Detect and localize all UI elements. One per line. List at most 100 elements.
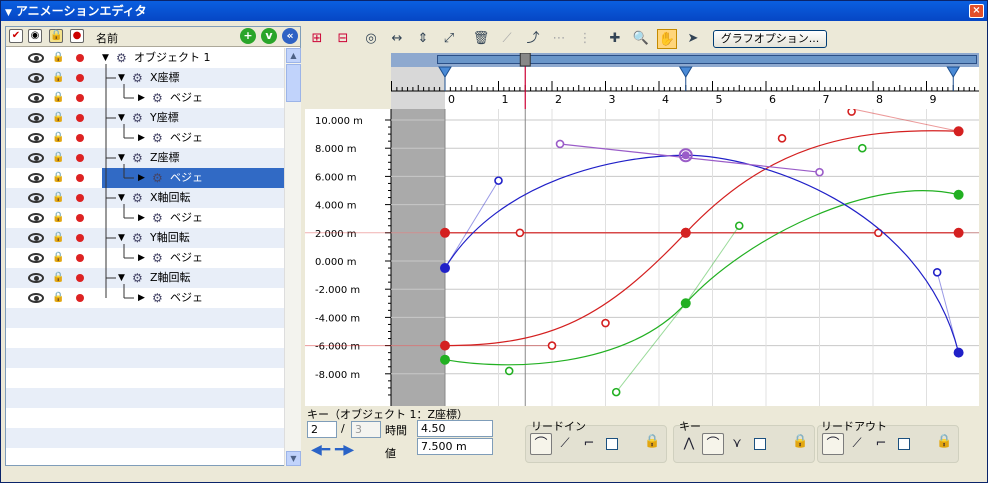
scroll-up-icon[interactable]: ▲ [286, 48, 301, 63]
expand-icon[interactable]: ▶ [138, 290, 145, 306]
handle-point[interactable] [611, 387, 621, 397]
handle-point[interactable] [857, 143, 867, 153]
key-point[interactable] [953, 126, 964, 137]
key-smooth-icon[interactable]: ⌒ [702, 433, 724, 455]
select-arrow-icon[interactable]: ➤ [683, 29, 703, 49]
handle-point[interactable] [547, 341, 557, 350]
curve-graph-svg[interactable]: 10.000 m 8.000 m 6.000 m 4.000 m 2.000 m 0.00… [305, 109, 979, 406]
record-dot-icon[interactable] [76, 54, 84, 62]
lock-icon[interactable]: 🔒 [52, 172, 64, 184]
eye-icon[interactable] [28, 93, 44, 103]
handle-point[interactable] [504, 366, 514, 376]
timeline-ruler[interactable]: 0 1 2 3 4 5 6 7 8 9 [391, 53, 979, 109]
handle-point[interactable] [601, 318, 610, 328]
key-point[interactable] [440, 263, 450, 274]
lead-out-lock-icon[interactable]: 🔒 [936, 434, 952, 449]
add-point-icon[interactable]: ✚ [605, 29, 625, 49]
graph-options-button[interactable]: グラフオプション... [713, 30, 827, 48]
lead-in-step-icon[interactable]: ⌐ [578, 433, 600, 455]
eye-icon[interactable] [28, 73, 44, 83]
eye-icon[interactable] [28, 273, 44, 283]
handle-line[interactable] [936, 272, 960, 353]
eye-icon[interactable] [28, 233, 44, 243]
record-dot-icon[interactable] [76, 234, 84, 242]
view-all-icon[interactable]: ◎ [361, 29, 381, 49]
lock-icon[interactable]: 🔒 [52, 132, 64, 144]
layer-row[interactable]: 🔒 ▶ ⚙ ベジェ [6, 128, 284, 148]
layer-row[interactable]: 🔒 ▶ ⚙ ベジェ [6, 88, 284, 108]
lock-icon[interactable]: 🔒 [52, 272, 64, 284]
collapse-icon[interactable]: ▼ [118, 110, 125, 126]
eye-icon[interactable] [28, 293, 44, 303]
key-point[interactable] [680, 227, 691, 238]
key-break-icon[interactable]: ⋀ [678, 433, 700, 455]
lead-out-step-icon[interactable]: ⌐ [870, 433, 892, 455]
scroll-thumb[interactable] [286, 64, 301, 102]
eye-icon[interactable] [28, 193, 44, 203]
expand-icon[interactable]: ▶ [138, 250, 145, 266]
collapse-icon[interactable]: ▼ [118, 70, 125, 86]
record-dot-icon[interactable] [76, 74, 84, 82]
lead-out-smooth-icon[interactable]: ⌒ [822, 433, 844, 455]
hand-tool-icon[interactable]: ✋ [657, 29, 677, 49]
scroll-down-icon[interactable]: ▼ [286, 451, 301, 466]
fit-vertical-icon[interactable]: ⇕ [413, 29, 433, 49]
key-point[interactable] [953, 347, 964, 358]
record-dot-icon[interactable] [76, 134, 84, 142]
record-dot-icon[interactable] [76, 94, 84, 102]
eye-icon[interactable] [28, 133, 44, 143]
handle-point[interactable] [734, 221, 744, 231]
layer-row[interactable]: 🔒 ▼ ⚙ Z座標 [6, 148, 284, 168]
eye-header-icon[interactable]: ◉ [28, 29, 42, 43]
lock-icon[interactable]: 🔒 [52, 152, 64, 164]
record-dot-icon[interactable] [76, 114, 84, 122]
next-key-icon[interactable]: ━▶ [335, 442, 354, 458]
handle-point[interactable] [815, 167, 824, 177]
record-header-icon[interactable]: ● [70, 29, 84, 43]
layer-row[interactable]: 🔒 ▼ ⚙ Z軸回転 [6, 268, 284, 288]
key-point[interactable] [440, 227, 450, 238]
record-dot-icon[interactable] [76, 154, 84, 162]
record-dot-icon[interactable] [76, 274, 84, 282]
lead-in-linear-icon[interactable]: ⟋ [554, 433, 576, 455]
value-field[interactable]: 7.500 m [417, 438, 493, 455]
eye-icon[interactable] [28, 153, 44, 163]
key-point[interactable] [440, 354, 450, 365]
layer-row[interactable]: 🔒 ▶ ⚙ ベジェ [6, 288, 284, 308]
record-dot-icon[interactable] [76, 254, 84, 262]
eye-icon[interactable] [28, 213, 44, 223]
layer-row[interactable]: 🔒 ▶ ⚙ ベジェ [6, 168, 284, 188]
lock-icon[interactable]: 🔒 [52, 292, 64, 304]
lock-header-icon[interactable]: 🔒 [49, 29, 63, 43]
handle-point[interactable] [847, 109, 856, 116]
lock-icon[interactable]: 🔒 [52, 72, 64, 84]
title-bar[interactable]: ▼ アニメーションエディタ × [1, 1, 987, 21]
lock-icon[interactable]: 🔒 [52, 252, 64, 264]
key-point[interactable] [953, 189, 964, 200]
record-dot-icon[interactable] [76, 194, 84, 202]
collapse-icon[interactable]: ▼ [118, 150, 125, 166]
handle-point[interactable] [555, 139, 565, 149]
fit-horizontal-icon[interactable]: ↔ [387, 29, 407, 49]
handle-point[interactable] [932, 267, 942, 277]
close-button[interactable]: × [969, 4, 984, 18]
collapse-icon[interactable]: ▼ [102, 50, 109, 66]
expand-icon[interactable]: ▶ [138, 90, 145, 106]
layer-row[interactable]: 🔒 ▼ ⚙ X座標 [6, 68, 284, 88]
record-dot-icon[interactable] [76, 214, 84, 222]
eye-icon[interactable] [28, 173, 44, 183]
layer-row[interactable]: 🔒 ▼ ⚙ X軸回転 [6, 188, 284, 208]
handle-point[interactable] [777, 134, 787, 143]
collapse-icon[interactable]: ▼ [118, 190, 125, 206]
expand-icon[interactable]: ▶ [138, 210, 145, 226]
record-dot-icon[interactable] [76, 294, 84, 302]
key-corner-icon[interactable]: ⋎ [726, 433, 748, 455]
collapse-icon[interactable]: ▼ [118, 270, 125, 286]
lead-out-checkbox[interactable] [898, 438, 910, 450]
eye-icon[interactable] [28, 53, 44, 63]
zoom-icon[interactable]: 🔍 [631, 29, 651, 49]
layer-row[interactable]: 🔒 ▼ ⚙ Y軸回転 [6, 228, 284, 248]
lock-icon[interactable]: 🔒 [52, 52, 64, 64]
menu-triangle-icon[interactable]: ▼ [5, 3, 12, 23]
add-button[interactable]: + [240, 28, 256, 44]
